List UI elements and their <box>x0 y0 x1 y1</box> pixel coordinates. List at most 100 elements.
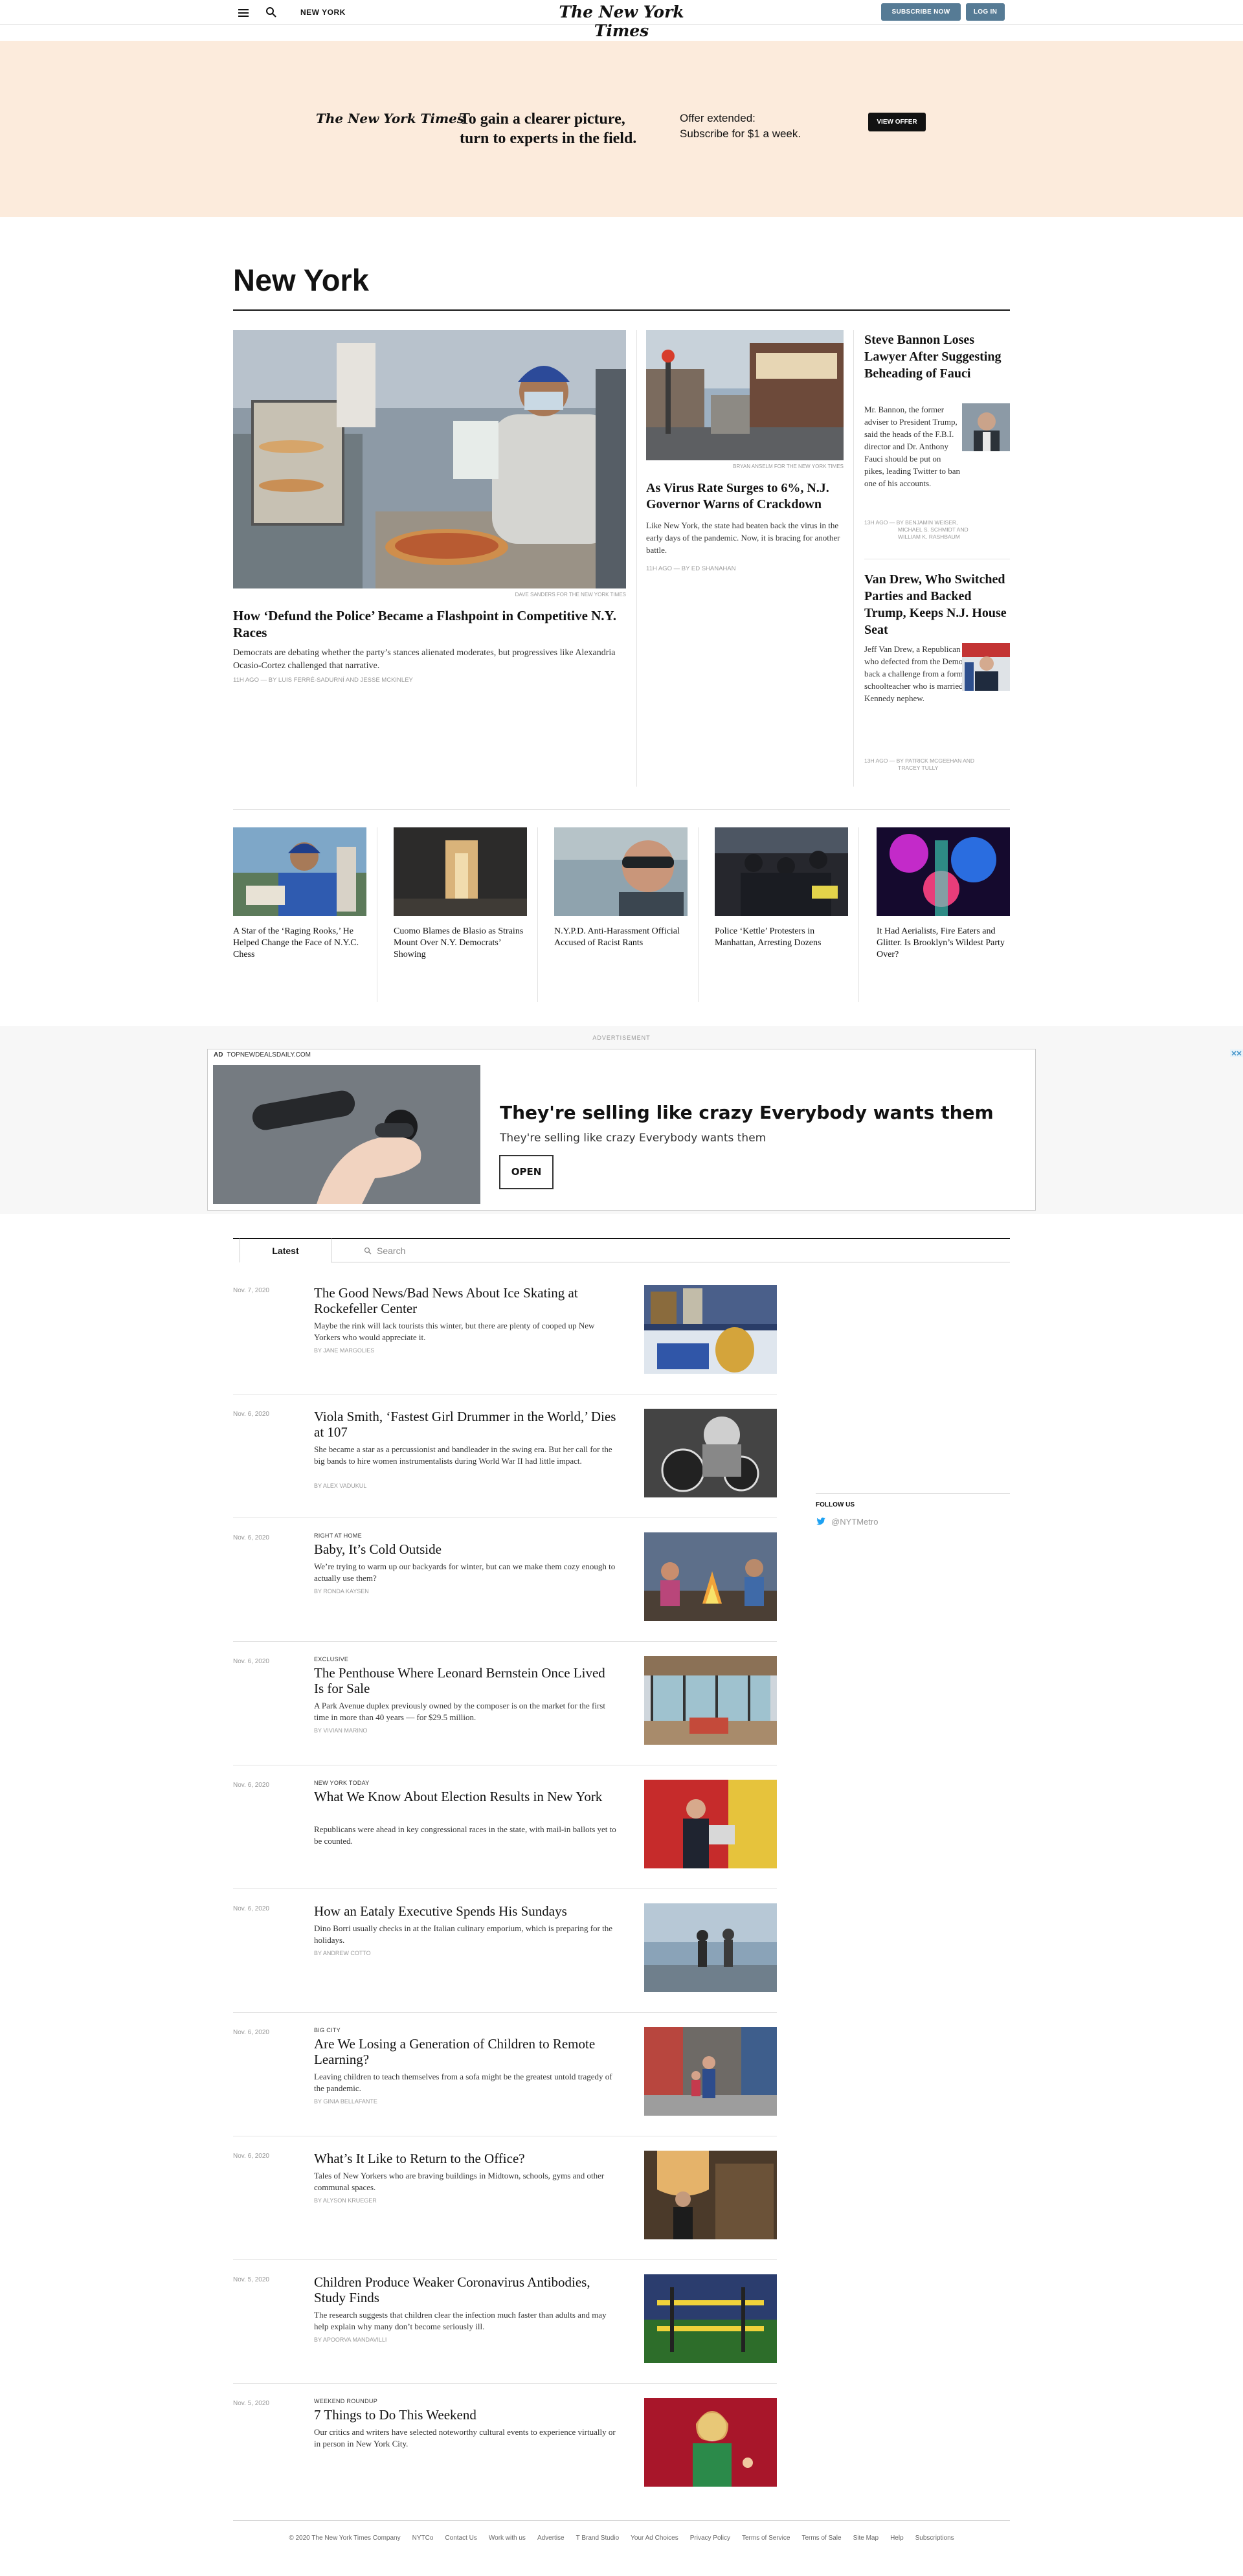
follow-label: FOLLOW US <box>816 1501 855 1508</box>
twitter-handle[interactable]: @NYTMetro <box>831 1517 878 1527</box>
strip-image-3[interactable] <box>554 827 688 916</box>
ad-image[interactable] <box>213 1065 480 1204</box>
latest-item-byline: By RONDA KAYSEN <box>314 1588 369 1595</box>
strip-image-2[interactable] <box>394 827 527 916</box>
footer-link[interactable]: T Brand Studio <box>576 2535 620 2542</box>
latest-item-summary: Tales of New Yorkers who are braving bui… <box>314 2171 605 2192</box>
strip-headline-5[interactable]: It Had Aerialists, Fire Eaters and Glitt… <box>877 926 1010 961</box>
strip-headline-2[interactable]: Cuomo Blames de Blasio as Strains Mount … <box>394 926 527 961</box>
latest-item-summary: We’re trying to warm up our backyards fo… <box>314 1562 616 1583</box>
section-divider <box>233 809 1010 810</box>
login-button[interactable]: LOG IN <box>966 3 1005 21</box>
strip-image-1[interactable] <box>233 827 366 916</box>
footer-link[interactable]: Your Ad Choices <box>631 2535 678 2542</box>
footer-link[interactable]: Terms of Service <box>742 2535 790 2542</box>
latest-item-headline[interactable]: Viola Smith, ‘Fastest Girl Drummer in th… <box>314 1409 618 1440</box>
latest-item-kicker[interactable]: BIG CITY <box>314 2027 341 2033</box>
latest-item-divider <box>233 1641 777 1642</box>
ad-label: ADVERTISEMENT <box>592 1035 651 1041</box>
latest-item-kicker[interactable]: WEEKEND ROUNDUP <box>314 2398 377 2404</box>
latest-item-date: Nov. 5, 2020 <box>233 2276 269 2283</box>
latest-item-summary: A Park Avenue duplex previously owned by… <box>314 1701 605 1722</box>
latest-item-date: Nov. 6, 2020 <box>233 1782 269 1789</box>
lead-story-image[interactable] <box>233 330 626 588</box>
footer-link[interactable]: Site Map <box>853 2535 879 2542</box>
column-divider <box>537 827 538 1002</box>
latest-item-headline[interactable]: 7 Things to Do This Weekend <box>314 2407 618 2423</box>
latest-item-headline[interactable]: What’s It Like to Return to the Office? <box>314 2151 618 2166</box>
footer-link[interactable]: Help <box>890 2535 904 2542</box>
ad-open-button[interactable]: OPEN <box>499 1155 554 1189</box>
latest-item-summary: Maybe the rink will lack tourists this w… <box>314 1321 595 1342</box>
lead-summary: Democrats are debating whether the party… <box>233 648 616 671</box>
strip-image-4[interactable] <box>715 827 848 916</box>
latest-item-image[interactable] <box>644 1656 777 1745</box>
footer: © 2020 The New York Times Company NYTCo Co… <box>233 2535 1010 2542</box>
section-name[interactable]: NEW YORK <box>300 8 346 17</box>
promo-logo: The New York Times <box>316 111 465 126</box>
latest-item-image[interactable] <box>644 1532 777 1621</box>
footer-link[interactable]: Work with us <box>489 2535 526 2542</box>
latest-item-image[interactable] <box>644 1780 777 1868</box>
latest-item-divider <box>233 2012 777 2013</box>
latest-item-kicker[interactable]: EXCLUSIVE <box>314 1656 348 1663</box>
second-headline[interactable]: As Virus Rate Surges to 6%, N.J. Governo… <box>646 480 844 513</box>
latest-item-image[interactable] <box>644 1409 777 1497</box>
footer-link[interactable]: Privacy Policy <box>690 2535 730 2542</box>
search-placeholder: Search <box>377 1246 406 1256</box>
search-input[interactable]: Search <box>331 1239 1010 1262</box>
right2-headline[interactable]: Van Drew, Who Switched Parties and Backe… <box>864 571 1010 638</box>
latest-item-byline: By GINIA BELLAFANTE <box>314 2098 377 2105</box>
ad-choices-icon[interactable] <box>1230 1049 1243 1057</box>
twitter-icon[interactable] <box>816 1516 826 1527</box>
right2-thumbnail[interactable] <box>962 643 1010 691</box>
latest-item-image[interactable] <box>644 1285 777 1374</box>
latest-item-image[interactable] <box>644 2027 777 2116</box>
latest-item-summary: Our critics and writers have selected no… <box>314 2427 616 2448</box>
footer-link[interactable]: Terms of Sale <box>801 2535 841 2542</box>
strip-image-5[interactable] <box>877 827 1010 916</box>
latest-item-headline[interactable]: What We Know About Election Results in N… <box>314 1789 618 1804</box>
footer-link[interactable]: Contact Us <box>445 2535 476 2542</box>
strip-headline-3[interactable]: N.Y.P.D. Anti-Harassment Official Accuse… <box>554 926 688 949</box>
latest-item-kicker[interactable]: NEW YORK TODAY <box>314 1780 370 1786</box>
latest-item-image[interactable] <box>644 2151 777 2239</box>
column-divider <box>636 330 637 787</box>
nyt-logo[interactable]: The New York Times <box>557 3 686 40</box>
second-story-image[interactable] <box>646 330 844 460</box>
subscription-promo-banner: The New York Times To gain a clearer pic… <box>0 41 1243 217</box>
latest-item-image[interactable] <box>644 1903 777 1992</box>
right1-thumbnail[interactable] <box>962 403 1010 451</box>
latest-item-kicker[interactable]: RIGHT AT HOME <box>314 1532 362 1539</box>
footer-link[interactable]: Subscriptions <box>915 2535 954 2542</box>
column-divider <box>698 827 699 1002</box>
second-byline: 11h ago — By ED SHANAHAN <box>646 565 736 572</box>
subscribe-button[interactable]: SUBSCRIBE NOW <box>881 3 961 21</box>
latest-item-headline[interactable]: Children Produce Weaker Coronavirus Anti… <box>314 2274 618 2305</box>
latest-item-summary: The research suggests that children clea… <box>314 2310 607 2331</box>
search-icon[interactable] <box>265 6 277 18</box>
lead-headline[interactable]: How ‘Defund the Police’ Became a Flashpo… <box>233 607 622 641</box>
latest-item-headline[interactable]: How an Eataly Executive Spends His Sunda… <box>314 1903 618 1919</box>
footer-link[interactable]: Advertise <box>537 2535 565 2542</box>
latest-item-byline: By VIVIAN MARINO <box>314 1727 368 1734</box>
latest-item-headline[interactable]: The Good News/Bad News About Ice Skating… <box>314 1285 618 1316</box>
view-offer-button[interactable]: VIEW OFFER <box>868 113 926 131</box>
second-photo-credit: BRYAN ANSELM FOR THE NEW YORK TIMES <box>733 464 844 469</box>
ad-headline[interactable]: They're selling like crazy Everybody wan… <box>500 1102 994 1123</box>
strip-headline-1[interactable]: A Star of the ‘Raging Rooks,’ He Helped … <box>233 926 366 961</box>
hamburger-menu-icon[interactable] <box>238 7 249 17</box>
strip-headline-4[interactable]: Police ‘Kettle’ Protesters in Manhattan,… <box>715 926 848 949</box>
latest-item-headline[interactable]: The Penthouse Where Leonard Bernstein On… <box>314 1665 618 1696</box>
latest-item-headline[interactable]: Are We Losing a Generation of Children t… <box>314 2036 618 2067</box>
latest-item-image[interactable] <box>644 2398 777 2487</box>
latest-item-headline[interactable]: Baby, It’s Cold Outside <box>314 1541 618 1557</box>
footer-link[interactable]: NYTCo <box>412 2535 434 2542</box>
latest-item-image[interactable] <box>644 2274 777 2363</box>
tab-latest[interactable]: Latest <box>240 1238 331 1262</box>
right1-headline[interactable]: Steve Bannon Loses Lawyer After Suggesti… <box>864 331 1010 382</box>
right1-summary: Mr. Bannon, the former adviser to Presid… <box>864 405 960 488</box>
latest-item-date: Nov. 6, 2020 <box>233 1658 269 1665</box>
latest-item-date: Nov. 6, 2020 <box>233 1534 269 1541</box>
ad-source[interactable]: AD TOPNEWDEALSDAILY.COM <box>214 1051 311 1058</box>
